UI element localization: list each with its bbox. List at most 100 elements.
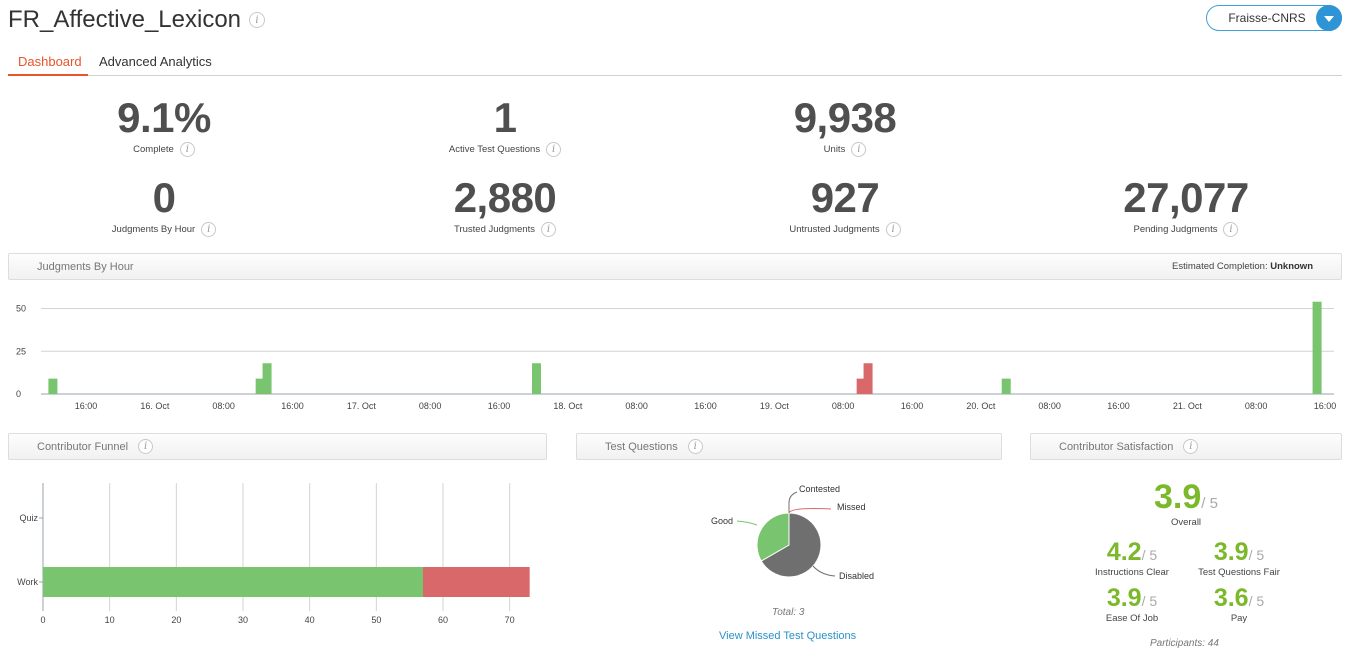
contributor-satisfaction-header: Contributor Satisfaction i [1030,433,1342,460]
stat-pending-judgments: 27,077 Pending Judgments i [1086,176,1286,237]
satisfaction-test-questions-fair: 3.9/ 5 Test Questions Fair [1189,538,1289,578]
y-tick-label: Quiz [19,513,38,523]
x-tick-label: 30 [238,615,248,625]
bar [262,363,272,394]
x-tick-label: 08:00 [1038,401,1061,411]
tab-bar: Dashboard Advanced Analytics [8,44,1342,76]
x-tick-label: 08:00 [212,401,235,411]
satisfaction-instructions-clear: 4.2/ 5 Instructions Clear [1082,538,1182,578]
info-icon[interactable]: i [885,222,901,237]
info-icon[interactable]: i [540,222,556,237]
x-tick-label: 08:00 [832,401,855,411]
info-icon[interactable]: i [249,12,266,28]
x-tick-label: 17. Oct [347,401,377,411]
x-tick-label: 08:00 [419,401,442,411]
panel-title: Test Questions [605,440,678,453]
stat-value: 1 [493,94,517,141]
score-label: Overall [1170,517,1202,528]
x-tick-label: 50 [371,615,381,625]
stat-label: Judgments By Hour [111,224,196,235]
x-tick-label: 20 [171,615,181,625]
estimated-completion-value: Unknown [1270,261,1313,272]
stat-value: 0 [152,174,176,221]
stat-judgments-by-hour: 0 Judgments By Hour i [64,176,264,237]
chevron-down-icon[interactable] [1316,5,1342,31]
bar [863,363,873,394]
info-icon[interactable]: i [546,142,562,157]
stat-value: 927 [810,174,880,221]
panel-title: Judgments By Hour [37,260,134,273]
pie-connector [788,508,832,514]
info-icon[interactable]: i [1223,222,1239,237]
info-icon[interactable]: i [1183,439,1199,454]
score-value: 3.9 [1213,538,1249,566]
score-value: 3.9 [1154,478,1202,516]
pie-connector [736,520,758,526]
score-denominator: / 5 [1201,495,1218,512]
satisfaction-pay: 3.6/ 5 Pay [1189,584,1289,624]
bar [1001,378,1011,394]
x-tick-label: 16:00 [1107,401,1130,411]
x-tick-label: 18. Oct [553,401,583,411]
estimated-completion: Estimated Completion: Unknown [1172,261,1313,272]
pie-label: Good [711,516,733,526]
info-icon[interactable]: i [687,439,703,454]
x-tick-label: 60 [438,615,448,625]
info-icon[interactable]: i [179,142,195,157]
bar [43,567,423,597]
info-icon[interactable]: i [138,439,154,454]
tab-advanced-analytics[interactable]: Advanced Analytics [99,54,212,69]
score-denominator: / 5 [1248,593,1265,609]
score-denominator: / 5 [1141,547,1158,563]
score-label: Test Questions Fair [1198,567,1280,578]
pie-label: Contested [799,484,840,494]
y-tick-label: Work [17,577,38,587]
info-icon[interactable]: i [201,222,217,237]
x-tick-label: 70 [505,615,515,625]
pie-label: Disabled [839,571,874,581]
x-tick-label: 16:00 [1314,401,1337,411]
panel-title: Contributor Funnel [37,440,129,453]
stat-value: 2,880 [453,174,557,221]
x-tick-label: 16:00 [281,401,304,411]
test-questions-total: Total: 3 [772,607,805,618]
satisfaction-overall: 3.9/ 5 Overall [1126,478,1246,528]
x-tick-label: 21. Oct [1173,401,1203,411]
stat-units: 9,938 Units i [745,96,945,157]
page-title: FR_Affective_Lexicon i [8,6,266,34]
bar [531,363,541,394]
x-tick-label: 16:00 [75,401,98,411]
score-label: Instructions Clear [1095,567,1169,578]
contributor-funnel-header: Contributor Funnel i [8,433,547,460]
stat-label: Pending Judgments [1133,224,1218,235]
x-tick-label: 16:00 [694,401,717,411]
score-label: Ease Of Job [1105,613,1159,624]
estimated-completion-label: Estimated Completion: [1172,261,1268,272]
active-tab-indicator [8,74,88,76]
y-tick-label: 25 [16,346,26,356]
bar [1312,301,1322,394]
x-tick-label: 08:00 [625,401,648,411]
satisfaction-ease-of-job: 3.9/ 5 Ease Of Job [1082,584,1182,624]
judgments-by-hour-chart: 0 25 50 16:00 16. Oct 08:00 16:00 17. Oct 08:00 1… [16,301,1337,411]
stat-label: Complete [133,144,174,155]
contributor-funnel-chart: 0 10 20 30 40 50 60 70 Quiz Work [17,483,530,625]
score-label: Pay [1230,613,1248,624]
bar [48,378,58,394]
bar [423,567,530,597]
x-tick-label: 19. Oct [760,401,790,411]
stat-value: 27,077 [1123,174,1249,221]
stat-complete: 9.1% Complete i [64,96,264,157]
job-title: FR_Affective_Lexicon [8,6,242,33]
panel-title: Contributor Satisfaction [1059,440,1174,453]
stat-label: Untrusted Judgments [789,224,880,235]
view-missed-test-questions-link[interactable]: View Missed Test Questions [719,630,856,642]
x-tick-label: 10 [105,615,115,625]
pie-label: Missed [837,502,866,512]
team-select[interactable]: Fraisse-CNRS [1206,5,1342,31]
tab-dashboard[interactable]: Dashboard [18,54,82,69]
test-questions-header: Test Questions i [576,433,1002,460]
stat-active-test-questions: 1 Active Test Questions i [405,96,605,157]
score-value: 3.6 [1213,584,1249,612]
info-icon[interactable]: i [851,142,867,157]
